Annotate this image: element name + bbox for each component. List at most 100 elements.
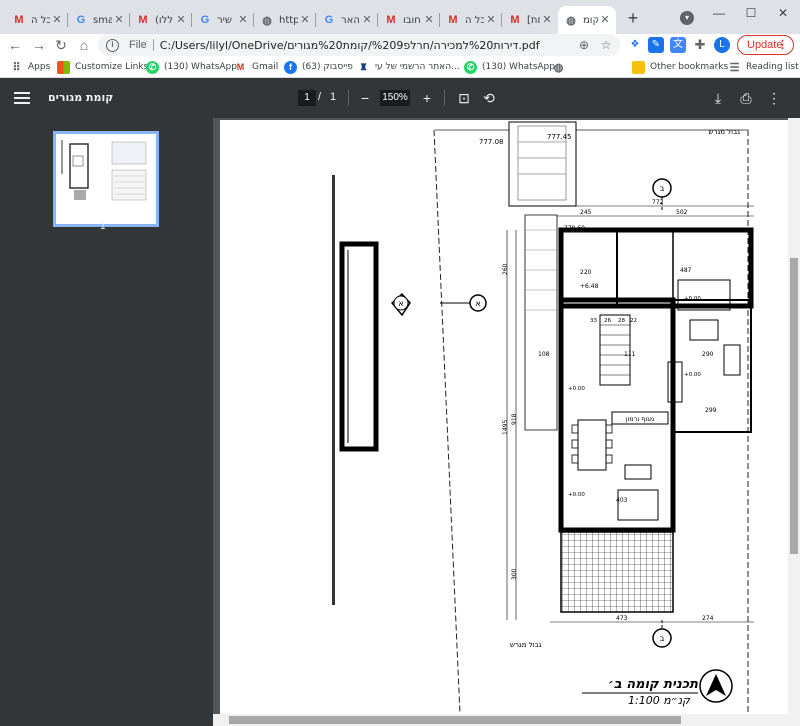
- page-thumbnail[interactable]: [53, 131, 159, 227]
- close-icon[interactable]: ✕: [50, 13, 64, 27]
- bookmark-official-site[interactable]: ♜ האתר הרשמי של עי...: [357, 59, 459, 75]
- other-bookmarks[interactable]: Other bookmarks: [632, 59, 728, 75]
- tab-1[interactable]: M כל ה ✕: [6, 6, 68, 34]
- reading-list[interactable]: ☰ Reading list: [728, 59, 799, 75]
- close-window-button[interactable]: ✕: [768, 4, 798, 22]
- address-bar[interactable]: i File C:/Users/lilyl/OneDrive/דירות%20ל…: [98, 34, 620, 56]
- tab-2[interactable]: G sma ✕: [68, 6, 130, 34]
- gmail-icon: M: [236, 62, 245, 72]
- tab-3[interactable]: M (ללו ✕: [130, 6, 192, 34]
- close-icon[interactable]: ✕: [422, 13, 436, 27]
- profile-icon[interactable]: L: [714, 37, 730, 53]
- close-icon[interactable]: ✕: [236, 13, 250, 27]
- reload-icon[interactable]: ↻: [52, 36, 70, 54]
- dimension-label: 33: [590, 318, 597, 324]
- info-icon[interactable]: i: [106, 38, 119, 52]
- tab-8[interactable]: M כל ה ✕: [440, 6, 502, 34]
- page-total: 1: [330, 91, 337, 103]
- elevation-label: +0.00: [568, 492, 585, 498]
- dropbox-icon[interactable]: ❖: [627, 37, 643, 53]
- floor-plan-drawing: גבול מגרש א א 777.08 777.45 ב 772 245 50…: [332, 121, 754, 714]
- new-tab-button[interactable]: +: [624, 9, 642, 28]
- boundary-label-bottom: גבול מגרש: [510, 641, 542, 649]
- zoom-in-icon[interactable]: +: [418, 89, 436, 107]
- thumbnail-sidebar: 1: [0, 118, 213, 726]
- print-icon[interactable]: ⎙: [737, 89, 755, 107]
- url-scheme: File: [129, 39, 147, 51]
- close-icon[interactable]: ✕: [360, 13, 374, 27]
- maximize-button[interactable]: ☐: [736, 4, 766, 22]
- gmail-icon: M: [14, 14, 24, 26]
- tab-5[interactable]: ◍ http ✕: [254, 6, 316, 34]
- tab-7[interactable]: M חובו ✕: [378, 6, 440, 34]
- tab-title: http: [279, 14, 298, 26]
- zoom-out-icon[interactable]: −: [356, 89, 374, 107]
- svg-text:א: א: [475, 299, 480, 308]
- zoom-icon[interactable]: ⊕: [576, 37, 592, 53]
- other-bookmarks-label: Other bookmarks: [650, 62, 729, 72]
- extension-edit-icon[interactable]: ✎: [648, 37, 664, 53]
- google-icon: G: [76, 14, 86, 26]
- vertical-scrollbar-thumb[interactable]: [790, 258, 798, 554]
- reading-list-icon: ☰: [729, 61, 740, 74]
- bookmark-whatsapp-2[interactable]: ✆ (130) WhatsApp: [464, 59, 555, 75]
- bookmark-globe[interactable]: ◍: [552, 59, 570, 75]
- tab-active[interactable]: ◍ קומ ✕: [558, 6, 616, 34]
- section-marker-a-right: א: [440, 294, 487, 312]
- bookmark-customize-links[interactable]: Customize Links: [57, 59, 148, 75]
- back-icon[interactable]: ←: [6, 36, 24, 54]
- tab-search-icon[interactable]: ▾: [680, 11, 694, 25]
- site-icon: ♜: [359, 61, 368, 72]
- fit-page-icon[interactable]: ⊡: [455, 89, 473, 107]
- vertical-scrollbar[interactable]: [788, 118, 800, 714]
- bookmark-whatsapp[interactable]: ✆ (130) WhatsApp: [146, 59, 237, 75]
- bookmark-facebook[interactable]: f (63) פייסבוק: [284, 59, 353, 75]
- close-icon[interactable]: ✕: [174, 13, 188, 27]
- close-icon[interactable]: ✕: [112, 13, 126, 27]
- dimension-label: 299: [705, 407, 717, 414]
- bookmark-label: (63) פייסבוק: [302, 62, 353, 72]
- url-text[interactable]: C:/Users/lilyl/OneDrive/דירות%20למכירה/ח…: [160, 39, 540, 52]
- extensions-icon[interactable]: ✚: [692, 37, 708, 53]
- page-number-input[interactable]: 1: [298, 90, 316, 106]
- whatsapp-icon: ✆: [464, 60, 477, 74]
- star-icon[interactable]: ☆: [598, 37, 614, 53]
- rotate-icon[interactable]: ⟲: [480, 89, 498, 107]
- bookmark-label: (130) WhatsApp: [164, 62, 237, 72]
- pdf-viewer[interactable]: גבול מגרש א א 777.08 777.45 ב 772 245 50…: [213, 118, 800, 726]
- horizontal-scrollbar-thumb[interactable]: [229, 716, 681, 724]
- download-icon[interactable]: ⤓: [709, 89, 727, 107]
- tab-6[interactable]: G האר ✕: [316, 6, 378, 34]
- update-button[interactable]: Update ⋮: [737, 35, 794, 55]
- tab-4[interactable]: G שיר ✕: [192, 6, 254, 34]
- forward-icon[interactable]: →: [30, 36, 48, 54]
- tab-title: כל ה: [31, 14, 50, 26]
- close-icon[interactable]: ✕: [598, 13, 612, 27]
- horizontal-scrollbar[interactable]: [213, 714, 800, 726]
- north-arrow-icon: [699, 669, 733, 703]
- tab-title: האר: [341, 14, 360, 26]
- close-icon[interactable]: ✕: [298, 13, 312, 27]
- bookmark-label: Customize Links: [75, 62, 149, 72]
- dimension-label: 245: [580, 209, 592, 216]
- browser-toolbar: ← → ↻ ⌂ i File C:/Users/lilyl/OneDrive/ד…: [0, 34, 800, 56]
- globe-icon: ◍: [566, 14, 576, 27]
- tab-9[interactable]: M [חת ✕: [502, 6, 558, 34]
- close-icon[interactable]: ✕: [540, 13, 554, 27]
- close-icon[interactable]: ✕: [484, 13, 498, 27]
- minimize-button[interactable]: —: [704, 4, 734, 22]
- menu-icon[interactable]: [14, 90, 30, 106]
- dimension-label: 22: [630, 318, 637, 324]
- home-icon[interactable]: ⌂: [75, 36, 93, 54]
- translate-icon[interactable]: 文: [670, 37, 686, 53]
- bookmark-apps[interactable]: ⠿ Apps: [10, 59, 50, 75]
- more-actions-icon[interactable]: ⋮: [765, 89, 783, 107]
- tab-title: [חת: [527, 14, 540, 26]
- elevation-label: 777.08: [479, 138, 504, 146]
- zoom-input[interactable]: 150%: [380, 90, 410, 106]
- sofa: [617, 489, 659, 521]
- tab-title: חובו: [403, 14, 421, 26]
- dimension-label: 290: [702, 351, 714, 358]
- tab-title: (ללו: [155, 14, 173, 26]
- bookmark-gmail[interactable]: M Gmail: [234, 59, 279, 75]
